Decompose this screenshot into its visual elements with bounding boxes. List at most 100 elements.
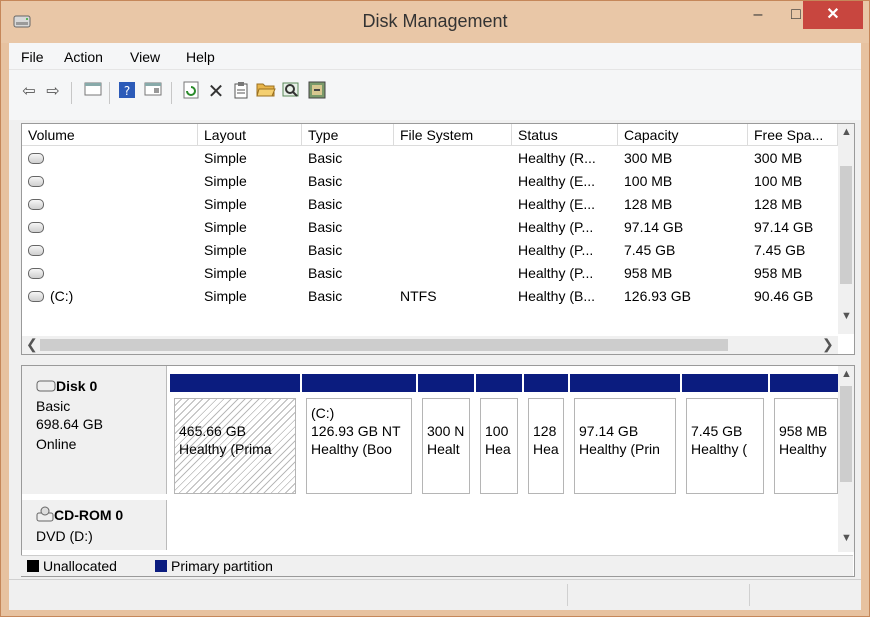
partition-block[interactable]: 128 Hea xyxy=(524,374,568,496)
table-row[interactable]: Simple Basic Healthy (P... 97.14 GB 97.14 GB xyxy=(22,217,842,240)
horizontal-scroll-thumb[interactable] xyxy=(40,339,728,351)
volume-list-vertical-scrollbar[interactable]: ▲ ▼ xyxy=(838,124,854,334)
table-cell: Basic xyxy=(308,288,343,304)
console-tree-icon[interactable] xyxy=(83,81,103,103)
disk-scroll-down-arrow-icon[interactable]: ▼ xyxy=(841,532,852,544)
scroll-down-arrow-icon[interactable]: ▼ xyxy=(841,310,852,322)
table-cell: Basic xyxy=(308,196,343,212)
search-icon[interactable] xyxy=(281,81,301,103)
rescan-disks-icon[interactable] xyxy=(307,81,327,103)
unallocated-swatch xyxy=(27,560,39,572)
table-cell: Healthy (P... xyxy=(518,265,594,281)
legend-unallocated: Unallocated xyxy=(43,558,117,574)
show-pane-icon[interactable] xyxy=(143,81,163,103)
help-icon[interactable]: ? xyxy=(117,81,137,103)
table-row[interactable]: Simple Basic Healthy (E... 128 MB 128 MB xyxy=(22,194,842,217)
refresh-icon[interactable] xyxy=(181,81,201,103)
hard-disk-icon xyxy=(36,380,56,392)
menu-file[interactable]: File xyxy=(21,49,44,65)
table-cell: 90.46 GB xyxy=(754,288,814,304)
partition-body: (C:) 126.93 GB NT Healthy (Boo xyxy=(306,398,412,494)
disk-graphical-pane: Disk 0 Basic 698.64 GB Online 465.66 GB H… xyxy=(21,365,855,577)
toolbar-separator xyxy=(71,82,72,104)
disk-0-info[interactable]: Disk 0 Basic 698.64 GB Online xyxy=(22,366,167,494)
partition-status: Healthy (Prima xyxy=(179,441,272,457)
toolbar-separator xyxy=(109,82,110,104)
open-folder-icon[interactable] xyxy=(256,81,276,103)
properties-icon[interactable] xyxy=(231,81,251,103)
partition-block[interactable]: 300 N Healt xyxy=(418,374,474,496)
partition-size: 128 xyxy=(533,423,557,439)
table-row[interactable]: Simple Basic Healthy (E... 100 MB 100 MB xyxy=(22,171,842,194)
scroll-left-arrow-icon[interactable]: ❮ xyxy=(26,336,38,353)
partition-block[interactable]: 100 Hea xyxy=(476,374,522,496)
table-cell: 958 MB xyxy=(754,265,803,281)
disk-management-window: Disk Management – □ ✕ File Action View H… xyxy=(0,0,870,617)
column-header-capacity[interactable]: Capacity xyxy=(618,124,748,146)
partition-block[interactable]: 465.66 GB Healthy (Prima xyxy=(170,374,300,496)
column-header-volume[interactable]: Volume xyxy=(22,124,198,146)
partition-size: 100 xyxy=(485,423,509,439)
table-cell: Basic xyxy=(308,173,343,189)
partition-block[interactable]: (C:) 126.93 GB NT Healthy (Boo xyxy=(302,374,416,496)
table-cell: Basic xyxy=(308,219,343,235)
close-button[interactable]: ✕ xyxy=(803,1,863,29)
volume-drive-icon xyxy=(28,291,44,302)
delete-icon[interactable]: ✕ xyxy=(206,81,226,103)
legend: Unallocated Primary partition xyxy=(21,555,853,576)
disk-pane-vertical-scrollbar[interactable]: ▲ ▼ xyxy=(838,366,854,552)
cdrom-0-info[interactable]: CD-ROM 0 DVD (D:) xyxy=(22,500,167,550)
volume-drive-icon xyxy=(28,268,44,279)
toolbar-separator xyxy=(171,82,172,104)
disk-scroll-up-arrow-icon[interactable]: ▲ xyxy=(841,368,852,380)
status-bar xyxy=(9,579,861,610)
back-arrow-icon[interactable]: ⇦ xyxy=(19,81,39,103)
volume-list-horizontal-scrollbar[interactable]: ❮ ❯ xyxy=(22,336,838,354)
column-header-status[interactable]: Status xyxy=(512,124,618,146)
vertical-scroll-thumb[interactable] xyxy=(840,166,852,284)
disk-0-partition-row: 465.66 GB Healthy (Prima (C:) 126.93 GB NT H… xyxy=(170,374,842,496)
table-cell: 100 MB xyxy=(754,173,803,189)
table-row[interactable]: (C:) Simple Basic NTFS Healthy (B... 126.93 G… xyxy=(22,286,842,309)
volume-drive-icon xyxy=(28,222,44,233)
menu-action[interactable]: Action xyxy=(64,49,103,65)
minimize-button[interactable]: – xyxy=(739,1,777,29)
table-cell: 300 MB xyxy=(624,150,673,166)
column-header-file-system[interactable]: File System xyxy=(394,124,512,146)
status-separator xyxy=(749,584,750,606)
table-cell: 97.14 GB xyxy=(624,219,684,235)
forward-arrow-icon[interactable]: ⇨ xyxy=(43,81,63,103)
menu-view[interactable]: View xyxy=(130,49,160,65)
volume-drive-icon xyxy=(28,176,44,187)
partition-label xyxy=(691,405,759,423)
table-cell: 126.93 GB xyxy=(624,288,691,304)
column-header-layout[interactable]: Layout xyxy=(198,124,302,146)
partition-label xyxy=(179,405,291,423)
partition-status: Hea xyxy=(485,441,511,457)
partition-block[interactable]: 958 MB Healthy xyxy=(770,374,842,496)
partition-label xyxy=(533,405,559,423)
scroll-up-arrow-icon[interactable]: ▲ xyxy=(841,126,852,138)
disk-pane-scroll-thumb[interactable] xyxy=(840,386,852,482)
scroll-right-arrow-icon[interactable]: ❯ xyxy=(822,336,834,353)
partition-block[interactable]: 7.45 GB Healthy ( xyxy=(682,374,768,496)
disk-0-state: Online xyxy=(36,436,77,452)
column-header-free-space[interactable]: Free Spa... xyxy=(748,124,838,146)
partition-color-bar xyxy=(476,374,522,392)
table-row[interactable]: Simple Basic Healthy (R... 300 MB 300 MB xyxy=(22,148,842,171)
column-header-type[interactable]: Type xyxy=(302,124,394,146)
table-cell: 300 MB xyxy=(754,150,803,166)
table-row[interactable]: Simple Basic Healthy (P... 7.45 GB 7.45 GB xyxy=(22,240,842,263)
menu-help[interactable]: Help xyxy=(186,49,215,65)
table-cell: Healthy (E... xyxy=(518,173,596,189)
partition-body: 7.45 GB Healthy ( xyxy=(686,398,764,494)
legend-primary-partition: Primary partition xyxy=(171,558,273,574)
partition-color-bar xyxy=(682,374,768,392)
partition-color-bar xyxy=(524,374,568,392)
table-cell: Simple xyxy=(204,196,247,212)
table-row[interactable]: Simple Basic Healthy (P... 958 MB 958 MB xyxy=(22,263,842,286)
title-bar[interactable]: Disk Management – □ ✕ xyxy=(1,1,869,43)
volume-list-pane: Volume Layout Type File System Status Ca… xyxy=(21,123,855,355)
partition-block[interactable]: 97.14 GB Healthy (Prin xyxy=(570,374,680,496)
partition-label xyxy=(427,405,465,423)
